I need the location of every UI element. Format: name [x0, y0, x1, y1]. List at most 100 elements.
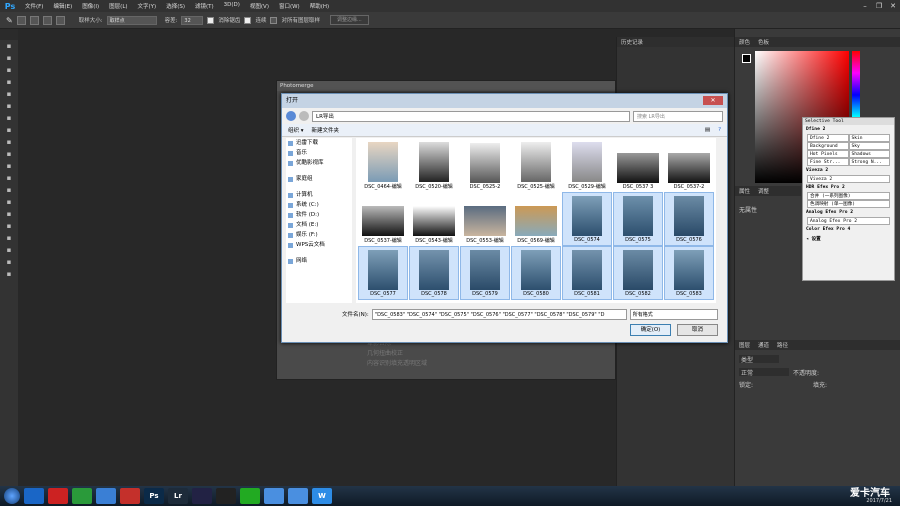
file-item[interactable]: DSC_0582	[613, 246, 663, 300]
tab-paths[interactable]: 路径	[777, 341, 788, 349]
history-tab[interactable]: 历史记录	[617, 37, 734, 47]
taskbar-app[interactable]	[216, 488, 236, 504]
cancel-button[interactable]: 取消	[677, 324, 718, 336]
tab-swatches[interactable]: 色板	[758, 38, 769, 46]
file-item[interactable]: DSC_0583	[664, 246, 714, 300]
file-item[interactable]: DSC_0537 3	[613, 138, 663, 192]
menu-item[interactable]: 文件(F)	[20, 2, 48, 10]
file-item[interactable]: DSC_0575	[613, 192, 663, 246]
nik-section-title[interactable]: Dfine 2	[803, 125, 894, 134]
tab-channels[interactable]: 通道	[758, 341, 769, 349]
heal-tool-icon[interactable]: ▪	[0, 112, 18, 124]
search-input[interactable]: 搜索 LR导出	[633, 110, 723, 122]
organize-button[interactable]: 组织 ▾	[288, 126, 304, 134]
close-icon[interactable]: ✕	[886, 0, 900, 12]
file-item[interactable]: DSC_0525-2	[460, 138, 510, 192]
all-layers-checkbox[interactable]	[270, 16, 278, 24]
taskbar-app[interactable]	[48, 488, 68, 504]
nik-button[interactable]: Strong N...	[848, 158, 890, 166]
menu-item[interactable]: 窗口(W)	[274, 2, 305, 10]
file-item[interactable]: DSC_0580	[511, 246, 561, 300]
file-item[interactable]: DSC_0537-2	[664, 138, 714, 192]
blend-mode-select[interactable]: 正常	[739, 368, 789, 377]
nik-button[interactable]: Viveza 2	[807, 175, 890, 183]
move-tool-icon[interactable]: ▪	[0, 40, 18, 52]
menu-item[interactable]: 帮助(H)	[305, 2, 334, 10]
nav-item[interactable]: 软件 (D:)	[286, 210, 352, 220]
subtract-selection-icon[interactable]	[42, 15, 52, 25]
eyedropper-tool-icon[interactable]: ▪	[0, 100, 18, 112]
file-item[interactable]: DSC_0520-编辑	[409, 138, 459, 192]
taskbar-app[interactable]	[96, 488, 116, 504]
tab-adjustments[interactable]: 调整	[758, 187, 769, 195]
nik-button[interactable]: Analog Efex Pro 2	[807, 217, 890, 225]
filename-input[interactable]: "DSC_0583" "DSC_0574" "DSC_0575" "DSC_05…	[371, 308, 627, 320]
back-icon[interactable]	[286, 111, 296, 121]
nav-item[interactable]: 系统 (C:)	[286, 200, 352, 210]
forward-icon[interactable]	[299, 111, 309, 121]
taskbar-app[interactable]: Lr	[168, 488, 188, 504]
menu-item[interactable]: 编辑(E)	[48, 2, 77, 10]
filetype-select[interactable]: 所有格式	[629, 308, 718, 320]
gradient-tool-icon[interactable]: ▪	[0, 172, 18, 184]
refine-edge-button[interactable]: 调整边缘...	[329, 15, 369, 25]
menu-item[interactable]: 图层(L)	[104, 2, 132, 10]
layer-kind-filter[interactable]: 类型	[739, 355, 779, 364]
file-item[interactable]: DSC_0569-编辑	[511, 192, 561, 246]
menu-item[interactable]: 3D(D)	[219, 2, 245, 10]
nik-button[interactable]: Shadows	[848, 150, 890, 158]
start-button[interactable]	[4, 488, 20, 504]
menu-item[interactable]: 视图(V)	[245, 2, 274, 10]
menu-item[interactable]: 滤镜(T)	[190, 2, 219, 10]
stamp-tool-icon[interactable]: ▪	[0, 136, 18, 148]
nav-item[interactable]: 家庭组	[286, 174, 352, 184]
sample-size-select[interactable]: 取样点	[106, 15, 157, 25]
nik-section-title[interactable]: Color Efex Pro 4	[803, 225, 894, 234]
contiguous-checkbox[interactable]	[244, 16, 252, 24]
nik-section-title[interactable]: Viveza 2	[803, 166, 894, 175]
tab-layers[interactable]: 图层	[739, 341, 750, 349]
nik-section-title[interactable]: Analog Efex Pro 2	[803, 208, 894, 217]
nav-item[interactable]: 网络	[286, 256, 352, 266]
path-field[interactable]: LR导出	[312, 110, 630, 122]
type-tool-icon[interactable]: ▪	[0, 220, 18, 232]
nav-item[interactable]: 优酷影视库	[286, 158, 352, 168]
intersect-selection-icon[interactable]	[55, 15, 65, 25]
nav-item[interactable]: WPS云文档	[286, 240, 352, 250]
add-selection-icon[interactable]	[29, 15, 39, 25]
file-item[interactable]: DSC_0543-编辑	[409, 192, 459, 246]
nik-button[interactable]: Sky	[848, 142, 890, 150]
file-item[interactable]: DSC_0525-编辑	[511, 138, 561, 192]
file-item[interactable]: DSC_0529-编辑	[562, 138, 612, 192]
nik-button[interactable]: Fine Str...	[807, 158, 849, 166]
brush-tool-icon[interactable]: ▪	[0, 124, 18, 136]
minimize-icon[interactable]: –	[858, 0, 872, 12]
file-item[interactable]: DSC_0553-编辑	[460, 192, 510, 246]
nav-item[interactable]: 文档 (E:)	[286, 220, 352, 230]
file-item[interactable]: DSC_0579	[460, 246, 510, 300]
taskbar-app[interactable]	[192, 488, 212, 504]
nav-item[interactable]: 娱乐 (F:)	[286, 230, 352, 240]
taskbar-app[interactable]	[240, 488, 260, 504]
nik-button[interactable]: Background	[807, 142, 849, 150]
blur-tool-icon[interactable]: ▪	[0, 184, 18, 196]
close-icon[interactable]: ✕	[703, 96, 723, 105]
menu-item[interactable]: 图像(I)	[77, 2, 104, 10]
new-folder-button[interactable]: 新建文件夹	[312, 126, 340, 134]
taskbar-app[interactable]	[120, 488, 140, 504]
file-item[interactable]: DSC_0464-编辑	[358, 138, 408, 192]
taskbar-app[interactable]: W	[312, 488, 332, 504]
ok-button[interactable]: 确定(O)	[630, 324, 671, 336]
file-item[interactable]: DSC_0537-编辑	[358, 192, 408, 246]
nik-button[interactable]: Skin	[848, 134, 890, 142]
lasso-tool-icon[interactable]: ▪	[0, 64, 18, 76]
menu-item[interactable]: 选择(S)	[161, 2, 190, 10]
nik-section-title[interactable]: HDR Efex Pro 2	[803, 183, 894, 192]
help-icon[interactable]: ?	[718, 127, 721, 133]
nav-item[interactable]: 迅雷下载	[286, 138, 352, 148]
content-aware-option[interactable]: 内容识别填充透明区域	[367, 358, 427, 367]
file-item[interactable]: DSC_0576	[664, 192, 714, 246]
file-item[interactable]: DSC_0574	[562, 192, 612, 246]
shape-tool-icon[interactable]: ▪	[0, 244, 18, 256]
view-icon[interactable]: ▤	[705, 127, 710, 133]
